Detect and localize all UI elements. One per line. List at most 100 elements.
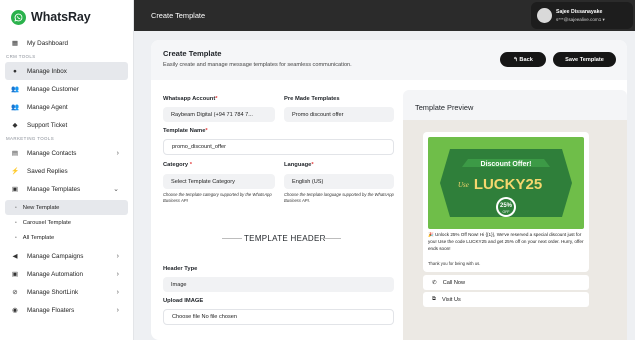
megaphone-icon: ◀ — [12, 253, 18, 260]
sidebar-item-label: Manage Agent — [27, 103, 68, 111]
sidebar-item-label: Manage Inbox — [27, 67, 67, 75]
sidebar-item-label: Manage Customer — [27, 85, 79, 93]
sidebar-subitem-carousel[interactable]: • Carousel Template — [5, 215, 128, 230]
sidebar-item-dashboard[interactable]: ▦ My Dashboard — [5, 34, 128, 52]
message-body: 🎉 Unlock 25% Off Now! Hi {{1}}, We've re… — [428, 232, 584, 251]
bullet-icon: • — [15, 204, 17, 211]
sidebar-item-label: Manage Automation — [27, 270, 84, 278]
preview-title: Template Preview — [415, 103, 474, 112]
header-type-label: Header Type — [163, 266, 198, 272]
avatar — [537, 8, 552, 23]
link-icon: ⊘ — [12, 289, 18, 296]
premade-template-select[interactable]: Promo discount offer — [284, 107, 394, 122]
language-help: Choose the template language supported b… — [284, 192, 394, 203]
cta-label: Visit Us — [442, 296, 461, 303]
external-link-icon: ⧉ — [432, 296, 436, 302]
sidebar-item-campaigns[interactable]: ◀ Manage Campaigns › — [5, 247, 128, 265]
ticket-icon: ◆ — [12, 122, 18, 129]
divider-line — [321, 238, 341, 239]
header-type-select[interactable]: Image — [163, 277, 394, 292]
section-label-marketing: MARKETING TOOLS — [6, 136, 55, 141]
top-bar: Create Template Sajee Dissanayake s***@s… — [134, 0, 635, 31]
bullet-icon: • — [15, 234, 17, 241]
promo-banner-text: Discount Offer! — [481, 161, 532, 168]
promo-graphic: Discount Offer! Use LUCKY25 25% OFF — [440, 149, 572, 217]
sidebar-item-label: Saved Replies — [27, 167, 68, 175]
chat-icon: ● — [13, 67, 17, 75]
phone-icon: ✆ — [432, 279, 437, 286]
call-now-button[interactable]: ✆ Call Now — [423, 275, 589, 290]
agents-icon: 👥 — [10, 104, 20, 111]
preview-chat-area: Discount Offer! Use LUCKY25 25% OFF 🎉 Un… — [403, 120, 627, 340]
file-upload-input[interactable]: Choose file No file chosen — [163, 309, 394, 325]
sidebar-item-label: Manage ShortLink — [27, 288, 79, 296]
sidebar-item-label: Manage Contacts — [27, 149, 77, 157]
page-title: Create Template — [163, 49, 222, 58]
sidebar-item-contacts[interactable]: ▤ Manage Contacts › — [5, 144, 128, 162]
chevron-right-icon: › — [116, 288, 119, 296]
sidebar-item-templates[interactable]: ▣ Manage Templates ⌄ — [5, 180, 128, 198]
back-button[interactable]: ↰ Back — [500, 52, 546, 67]
user-email: s***@sajeealive.com1 ▾ — [556, 17, 605, 22]
cta-label: Call Now — [442, 279, 466, 286]
chevron-right-icon: › — [116, 270, 119, 278]
bolt-icon: ⚡ — [10, 168, 20, 175]
section-title: TEMPLATE HEADER — [244, 234, 326, 243]
template-name-input[interactable]: promo_discount_offer — [163, 139, 394, 155]
brand[interactable]: WhatsRay — [0, 0, 133, 34]
save-template-button[interactable]: Save Template — [553, 52, 616, 67]
chevron-right-icon: › — [116, 306, 119, 314]
chevron-down-icon: ⌄ — [113, 186, 119, 193]
template-preview-panel: Template Preview Discount Offer! Use LUC… — [403, 90, 627, 340]
account-label: Whatsapp Account* — [163, 96, 218, 102]
template-name-label: Template Name* — [163, 128, 208, 134]
floater-icon: ◉ — [12, 307, 18, 314]
whatsapp-account-select[interactable]: Raybeam Digital (+94 71 784 7... — [163, 107, 275, 122]
contacts-icon: ▤ — [11, 150, 19, 157]
promo-badge-off-text: OFF — [503, 210, 510, 214]
sidebar-subitem-new-template[interactable]: • New Template — [5, 200, 128, 215]
sidebar-item-label: My Dashboard — [27, 39, 68, 47]
sidebar-item-floaters[interactable]: ◉ Manage Floaters › — [5, 301, 128, 319]
required-mark: * — [205, 128, 208, 134]
sidebar-item-saved-replies[interactable]: ⚡ Saved Replies — [5, 162, 128, 180]
message-bubble: Discount Offer! Use LUCKY25 25% OFF 🎉 Un… — [423, 132, 589, 272]
user-menu[interactable]: Sajee Dissanayake s***@sajeealive.com1 ▾ — [531, 2, 633, 29]
template-icon: ▣ — [11, 186, 19, 193]
promo-badge-pct-text: 25% — [500, 203, 513, 209]
visit-us-button[interactable]: ⧉ Visit Us — [423, 292, 589, 307]
required-mark: * — [311, 162, 314, 168]
promo-image: Discount Offer! Use LUCKY25 25% OFF — [428, 137, 584, 229]
language-select[interactable]: English (US) — [284, 174, 394, 189]
sidebar-subitem-all-template[interactable]: • All Template — [5, 230, 128, 245]
automation-icon: ▣ — [11, 271, 19, 278]
sidebar-item-agent[interactable]: 👥 Manage Agent — [5, 98, 128, 116]
promo-code-text: LUCKY25 — [474, 176, 542, 193]
sidebar-item-support[interactable]: ◆ Support Ticket — [5, 116, 128, 134]
sidebar-subitem-label: Carousel Template — [22, 219, 71, 226]
sidebar-item-label: Manage Floaters — [27, 306, 75, 314]
chevron-right-icon: › — [116, 149, 119, 157]
category-select[interactable]: Select Template Category — [163, 174, 275, 189]
sidebar: WhatsRay ▦ My Dashboard CRM TOOLS ● Mana… — [0, 0, 134, 340]
whatsapp-logo-icon — [11, 9, 26, 25]
sidebar-item-customer[interactable]: 👥 Manage Customer — [5, 80, 128, 98]
category-help: Choose the template category supported b… — [163, 192, 272, 203]
divider-line — [222, 238, 242, 239]
category-label: Category * — [163, 162, 193, 168]
sidebar-subitem-label: New Template — [22, 204, 60, 211]
sidebar-item-label: Support Ticket — [27, 121, 68, 129]
card-header: Create Template Easily create and manage… — [151, 40, 627, 80]
grid-icon: ▦ — [11, 40, 19, 47]
language-label: Language* — [284, 162, 314, 168]
sidebar-item-inbox[interactable]: ● Manage Inbox — [5, 62, 128, 80]
sidebar-subitem-label: All Template — [22, 234, 55, 241]
required-mark: * — [215, 96, 218, 102]
sidebar-item-automation[interactable]: ▣ Manage Automation › — [5, 265, 128, 283]
required-mark: * — [189, 162, 193, 168]
sidebar-item-shortlink[interactable]: ⊘ Manage ShortLink › — [5, 283, 128, 301]
chevron-right-icon: › — [116, 252, 119, 260]
user-name: Sajee Dissanayake — [556, 9, 603, 15]
section-label-crm: CRM TOOLS — [6, 54, 36, 59]
header-title: Create Template — [151, 11, 206, 20]
